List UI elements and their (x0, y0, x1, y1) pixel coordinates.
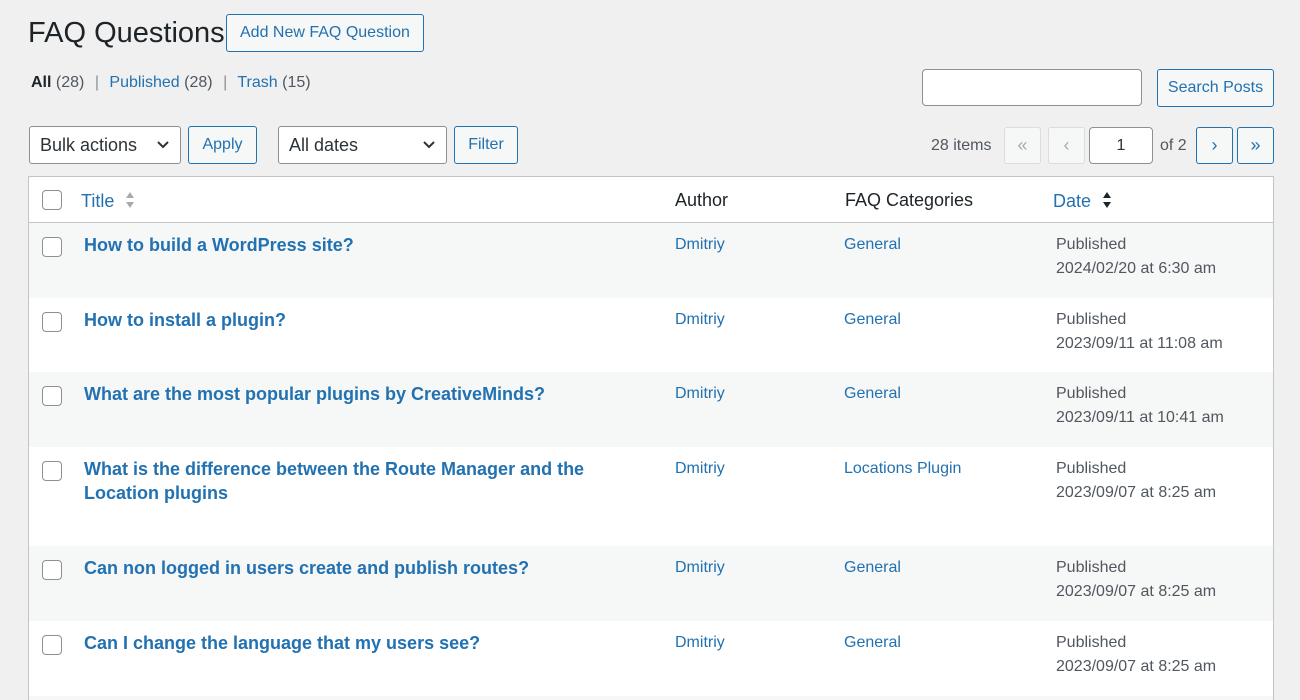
table-row (29, 696, 1273, 700)
row-category-link[interactable]: General (844, 633, 901, 653)
column-author: Author (675, 190, 729, 210)
view-published-link[interactable]: Published (109, 74, 179, 91)
row-status: Published (1056, 460, 1127, 477)
table-row: How to install a plugin? Dmitriy General… (29, 298, 1273, 372)
row-date: 2023/09/11 at 11:08 am (1056, 335, 1223, 352)
prev-page-button: ‹ (1048, 127, 1085, 164)
row-category-link[interactable]: General (844, 558, 901, 578)
sort-arrows-icon (125, 190, 135, 214)
sort-desc-icon (1102, 190, 1112, 214)
page-title: FAQ Questions (28, 17, 225, 49)
view-separator: | (94, 74, 99, 91)
row-author-link[interactable]: Dmitriy (675, 235, 725, 255)
row-category-link[interactable]: General (844, 310, 901, 330)
view-trash-count: (15) (282, 74, 311, 91)
first-page-button: « (1004, 127, 1041, 164)
add-new-faq-button[interactable]: Add New FAQ Question (226, 14, 424, 52)
view-filters: All (28) | Published (28) | Trash (15) (31, 73, 311, 93)
bulk-actions-label: Bulk actions (40, 135, 138, 155)
faq-table: Title Author FAQ Categories Date How to … (28, 176, 1274, 700)
column-date-sort[interactable]: Date (1053, 190, 1112, 214)
row-status: Published (1056, 559, 1127, 576)
search-input[interactable] (922, 69, 1142, 106)
row-checkbox[interactable] (42, 560, 62, 580)
chevron-down-icon (422, 127, 436, 175)
current-page-input[interactable]: 1 (1089, 127, 1153, 164)
view-separator: | (223, 74, 228, 91)
row-date: 2023/09/11 at 10:41 am (1056, 409, 1224, 426)
row-checkbox[interactable] (42, 386, 62, 406)
column-categories: FAQ Categories (845, 190, 974, 210)
column-date-label: Date (1053, 190, 1092, 211)
row-status: Published (1056, 385, 1127, 402)
row-author-link[interactable]: Dmitriy (675, 558, 725, 578)
row-author-link[interactable]: Dmitriy (675, 310, 725, 330)
table-row: What are the most popular plugins by Cre… (29, 372, 1273, 447)
filter-button[interactable]: Filter (454, 126, 518, 164)
row-title-link[interactable]: Can non logged in users create and publi… (84, 556, 644, 580)
select-all-checkbox[interactable] (42, 190, 62, 210)
row-author-link[interactable]: Dmitriy (675, 459, 725, 479)
row-title-link[interactable]: How to build a WordPress site? (84, 233, 644, 257)
table-header: Title Author FAQ Categories Date (29, 177, 1273, 223)
row-checkbox[interactable] (42, 635, 62, 655)
row-date: 2023/09/07 at 8:25 am (1056, 583, 1217, 600)
column-title-sort[interactable]: Title (81, 190, 135, 214)
row-title-link[interactable]: What is the difference between the Route… (84, 457, 644, 505)
table-row: What is the difference between the Route… (29, 447, 1273, 546)
table-row: Can I change the language that my users … (29, 621, 1273, 696)
table-row: Can non logged in users create and publi… (29, 546, 1273, 621)
view-all-count: (28) (55, 74, 85, 91)
row-status: Published (1056, 236, 1127, 253)
dates-select[interactable]: All dates (278, 126, 447, 164)
row-date: 2024/02/20 at 6:30 am (1056, 260, 1217, 277)
items-count: 28 items (931, 137, 992, 154)
view-trash-link[interactable]: Trash (237, 74, 277, 91)
row-author-link[interactable]: Dmitriy (675, 384, 725, 404)
table-row: How to build a WordPress site? Dmitriy G… (29, 223, 1273, 298)
view-published-count: (28) (184, 74, 213, 91)
row-date: 2023/09/07 at 8:25 am (1056, 484, 1217, 501)
row-date: 2023/09/07 at 8:25 am (1056, 658, 1217, 675)
row-checkbox[interactable] (42, 461, 62, 481)
row-category-link[interactable]: Locations Plugin (844, 459, 961, 479)
row-checkbox[interactable] (42, 237, 62, 257)
row-title-link[interactable]: What are the most popular plugins by Cre… (84, 382, 644, 406)
row-author-link[interactable]: Dmitriy (675, 633, 725, 653)
row-category-link[interactable]: General (844, 384, 901, 404)
view-all-link[interactable]: All (31, 74, 51, 91)
apply-button[interactable]: Apply (188, 126, 257, 164)
dates-label: All dates (289, 135, 359, 155)
total-pages-label: of 2 (1160, 137, 1187, 154)
next-page-button[interactable]: › (1196, 127, 1233, 164)
row-status: Published (1056, 634, 1127, 651)
last-page-button[interactable]: » (1237, 127, 1274, 164)
row-checkbox[interactable] (42, 312, 62, 332)
bulk-actions-select[interactable]: Bulk actions (29, 126, 181, 164)
row-title-link[interactable]: Can I change the language that my users … (84, 631, 644, 655)
row-title-link[interactable]: How to install a plugin? (84, 308, 644, 332)
column-title-label: Title (81, 190, 115, 211)
row-category-link[interactable]: General (844, 235, 901, 255)
search-posts-button[interactable]: Search Posts (1157, 69, 1274, 107)
row-status: Published (1056, 311, 1127, 328)
chevron-down-icon (156, 127, 170, 175)
